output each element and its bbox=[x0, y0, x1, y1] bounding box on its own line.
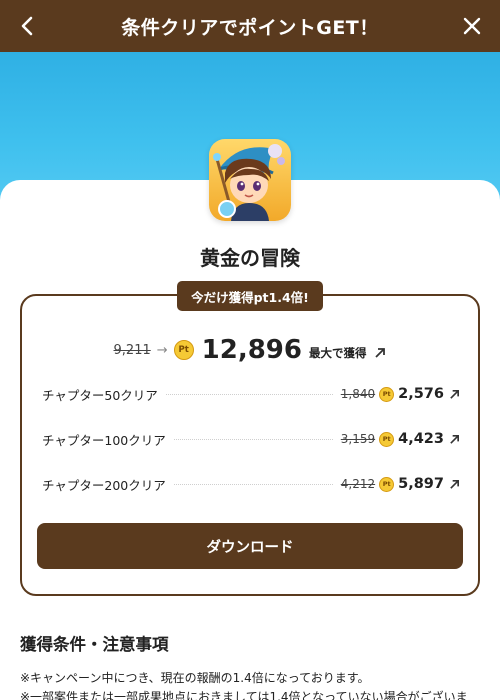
close-icon bbox=[463, 17, 481, 35]
game-character-icon bbox=[209, 139, 291, 221]
chapter-old-points: 1,840 bbox=[340, 387, 376, 401]
arrow-up-right-icon bbox=[450, 434, 459, 444]
note-line: ※一部案件または一部成果地点におきましては1.4倍となっていない場合がございま bbox=[20, 690, 468, 700]
chapter-label: チャプター100クリア bbox=[42, 432, 166, 448]
max-earn-label: 最大で獲得 bbox=[308, 346, 367, 360]
point-coin-icon: Pt bbox=[173, 340, 194, 360]
point-coin-icon: Pt bbox=[379, 386, 395, 402]
chapter-old-points: 4,212 bbox=[340, 477, 376, 491]
close-button[interactable] bbox=[446, 0, 498, 52]
chapter-new-points: 4,423 bbox=[398, 431, 444, 447]
chapter-new-points: 5,897 bbox=[398, 476, 444, 492]
chapter-old-points: 3,159 bbox=[340, 432, 376, 446]
header-bar: 条件クリアでポイントGET！ bbox=[0, 0, 500, 52]
arrow-right-icon: → bbox=[156, 342, 168, 358]
list-item: チャプター50クリア 1,840 Pt 2,576 bbox=[42, 381, 460, 407]
app-icon bbox=[209, 139, 291, 221]
chapter-label: チャプター50クリア bbox=[42, 387, 158, 403]
arrow-up-right-icon bbox=[450, 389, 459, 399]
list-item: チャプター200クリア 4,212 Pt 5,897 bbox=[42, 471, 460, 497]
arrow-up-right-icon bbox=[450, 479, 459, 489]
new-total-points: 12,896 bbox=[201, 335, 302, 365]
back-button[interactable] bbox=[2, 0, 54, 52]
note-line: ※キャンペーン中につき、現在の報酬の1.4倍になっております。 bbox=[20, 671, 370, 685]
total-reward-row: 9,211 → Pt 12,896 最大で獲得 bbox=[0, 334, 500, 366]
download-button[interactable]: ダウンロード bbox=[37, 523, 463, 569]
chapter-new-points: 2,576 bbox=[398, 386, 444, 402]
arrow-up-right-icon bbox=[375, 347, 386, 358]
old-total-points: 9,211 bbox=[113, 342, 151, 358]
app-title: 黄金の冒険 bbox=[200, 246, 300, 270]
page-title: 条件クリアでポイントGET！ bbox=[121, 16, 379, 39]
point-coin-icon: Pt bbox=[379, 431, 395, 447]
list-item: チャプター100クリア 3,159 Pt 4,423 bbox=[42, 426, 460, 452]
chevron-left-icon bbox=[21, 16, 33, 36]
dotted-divider bbox=[173, 483, 333, 485]
dotted-divider bbox=[165, 393, 333, 395]
dotted-divider bbox=[173, 438, 333, 440]
promo-badge: 今だけ獲得pt1.4倍! bbox=[177, 281, 323, 311]
point-coin-icon: Pt bbox=[379, 476, 395, 492]
chapter-label: チャプター200クリア bbox=[42, 477, 166, 493]
notes-heading: 獲得条件・注意事項 bbox=[20, 635, 169, 654]
